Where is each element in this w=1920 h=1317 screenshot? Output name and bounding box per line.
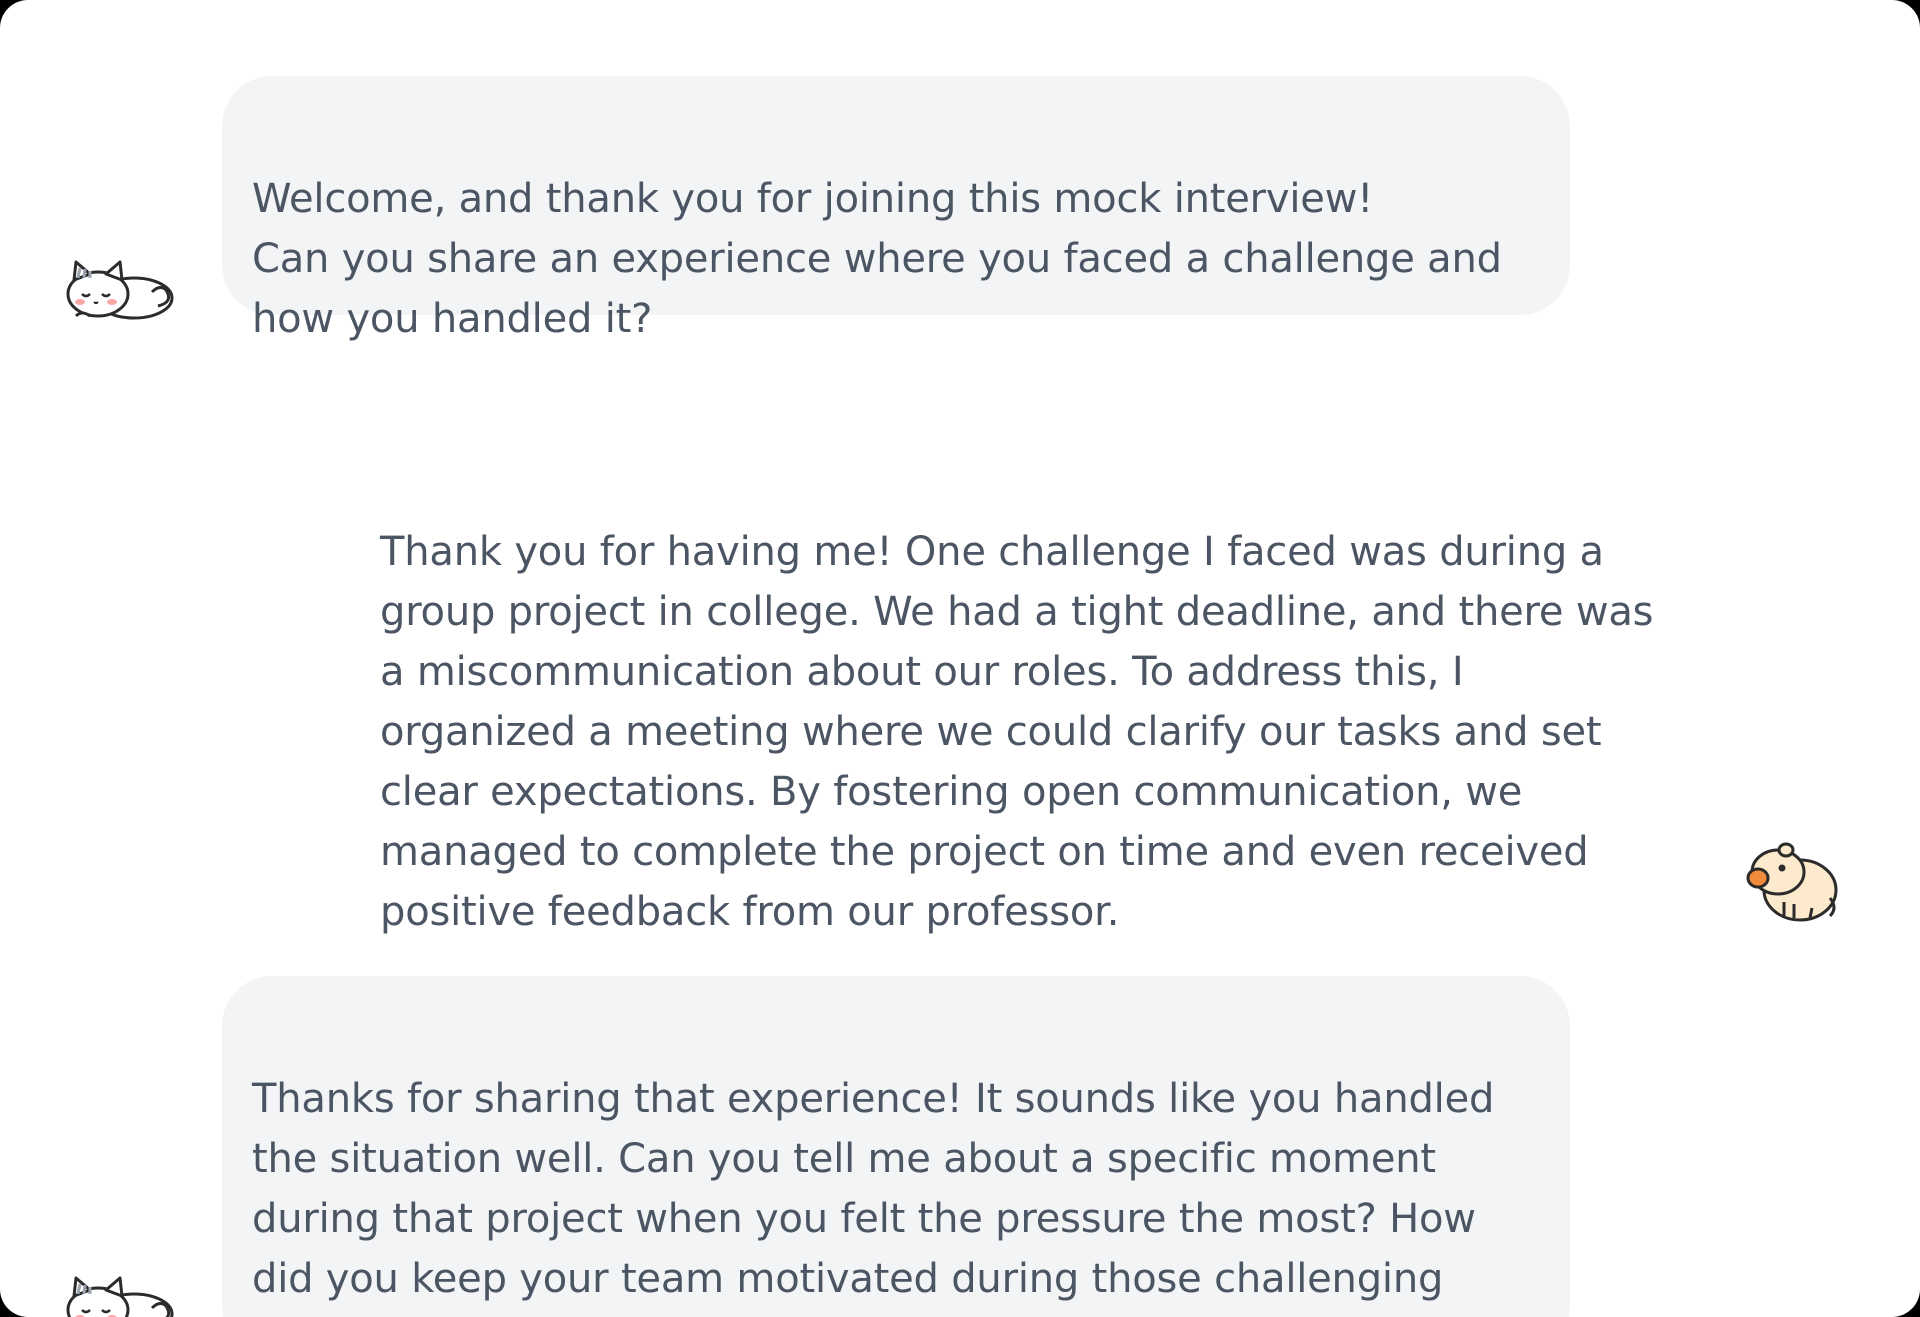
message-text: Welcome, and thank you for joining this …: [252, 176, 1502, 342]
interviewer-message-bubble: Welcome, and thank you for joining this …: [222, 76, 1570, 342]
candidate-message: Thank you for having me! One challenge I…: [380, 462, 1680, 942]
sleeping-cat-icon: [66, 1276, 174, 1317]
message-text: Thank you for having me! One challenge I…: [380, 529, 1654, 935]
capybara-icon: [1746, 842, 1838, 922]
sleeping-cat-icon: [66, 260, 174, 320]
interviewer-message-bubble: Thanks for sharing that experience! It s…: [222, 976, 1570, 1317]
chat-window: Welcome, and thank you for joining this …: [0, 0, 1920, 1317]
message-text: Thanks for sharing that experience! It s…: [252, 1076, 1495, 1317]
